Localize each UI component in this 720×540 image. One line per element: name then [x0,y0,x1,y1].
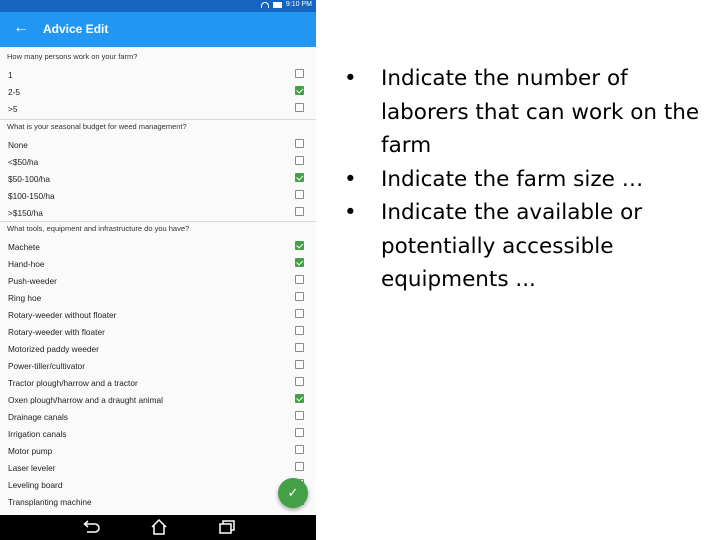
option-row[interactable]: 1 [0,66,316,82]
option-label: $100-150/ha [8,191,55,201]
option-label: Rotary-weeder with floater [8,327,105,337]
phone-screen: 9:10 PM ← Advice Edit How many persons w… [0,0,316,540]
option-label: Tractor plough/harrow and a tractor [8,378,138,388]
checkbox[interactable] [295,156,304,165]
option-label: Motorized paddy weeder [8,344,99,354]
option-label: 1 [8,70,13,80]
option-row[interactable]: Ring hoe [0,289,316,305]
checkbox[interactable] [295,428,304,437]
bullet-icon: • [344,66,357,91]
status-bar: 9:10 PM [0,0,316,12]
recent-apps-icon[interactable] [217,518,237,536]
option-label: Drainage canals [8,412,68,422]
wifi-icon [260,1,269,8]
option-row[interactable]: Push-weeder [0,272,316,288]
checkbox[interactable] [295,275,304,284]
option-label: None [8,140,28,150]
option-label: Rotary-weeder without floater [8,310,117,320]
bullet-item: • Indicate the available or potentially a… [340,196,710,297]
option-row[interactable]: Machete [0,238,316,254]
option-row[interactable]: Rotary-weeder without floater [0,306,316,322]
option-label: Push-weeder [8,276,57,286]
bullet-icon: • [344,200,357,225]
checkbox[interactable] [295,326,304,335]
option-row[interactable]: <$50/ha [0,153,316,169]
question-label: What tools, equipment and infrastructure… [7,224,190,233]
option-label: Machete [8,242,40,252]
option-row[interactable]: Power-tiller/cultivator [0,357,316,373]
option-label: Hand-hoe [8,259,45,269]
checkbox[interactable] [295,190,304,199]
question-label: How many persons work on your farm? [7,52,138,61]
checkbox-checked[interactable] [295,86,304,95]
option-label: Ring hoe [8,293,42,303]
checkbox[interactable] [295,103,304,112]
option-label: Leveling board [8,480,63,490]
option-label: Motor pump [8,446,53,456]
checkbox[interactable] [295,360,304,369]
checkbox[interactable] [295,377,304,386]
checkbox[interactable] [295,462,304,471]
option-row[interactable]: Laser leveler [0,459,316,475]
option-label: $50-100/ha [8,174,50,184]
save-fab-button[interactable]: ✓ [278,478,308,508]
option-row[interactable]: Transplanting machine [0,493,316,509]
checkbox-checked[interactable] [295,241,304,250]
checkbox[interactable] [295,309,304,318]
option-row[interactable]: Hand-hoe [0,255,316,271]
app-bar: ← Advice Edit [0,12,316,47]
option-label: Power-tiller/cultivator [8,361,85,371]
bullet-item: • Indicate the farm size … [340,163,710,197]
arrow-left-icon[interactable]: ← [10,17,32,39]
option-label: Oxen plough/harrow and a draught animal [8,395,163,405]
option-row[interactable]: Rotary-weeder with floater [0,323,316,339]
option-row[interactable]: 2-5 [0,83,316,99]
checkbox-checked[interactable] [295,173,304,182]
checkbox-checked[interactable] [295,258,304,267]
option-row[interactable]: Irrigation canals [0,425,316,441]
checkbox[interactable] [295,207,304,216]
checkbox[interactable] [295,139,304,148]
option-row[interactable]: None [0,136,316,152]
checkbox[interactable] [295,69,304,78]
bullet-item: • Indicate the number of laborers that ca… [340,62,710,163]
home-icon[interactable] [149,518,169,536]
option-label: <$50/ha [8,157,39,167]
option-row[interactable]: Leveling board [0,476,316,492]
question-label: What is your seasonal budget for weed ma… [7,122,187,131]
section-divider [0,119,316,120]
back-icon[interactable] [81,518,101,536]
status-time: 9:10 PM [285,1,312,8]
option-label: Laser leveler [8,463,56,473]
option-label: >5 [8,104,18,114]
option-row[interactable]: Drainage canals [0,408,316,424]
option-row[interactable]: Oxen plough/harrow and a draught animal [0,391,316,407]
navigation-bar [0,515,316,540]
page-title: Advice Edit [43,22,109,36]
section-divider [0,221,316,222]
checkbox[interactable] [295,343,304,352]
option-row[interactable]: >5 [0,100,316,116]
option-row[interactable]: Tractor plough/harrow and a tractor [0,374,316,390]
option-row[interactable]: >$150/ha [0,204,316,220]
checkbox[interactable] [295,445,304,454]
option-row[interactable]: Motor pump [0,442,316,458]
checkbox[interactable] [295,292,304,301]
checkbox-checked[interactable] [295,394,304,403]
checkbox[interactable] [295,411,304,420]
option-label: Transplanting machine [8,497,92,507]
option-row[interactable]: $100-150/ha [0,187,316,203]
option-label: >$150/ha [8,208,43,218]
option-row[interactable]: Motorized paddy weeder [0,340,316,356]
battery-icon [272,1,282,8]
slide-bullet-list: • Indicate the number of laborers that ca… [340,62,710,297]
option-label: 2-5 [8,87,20,97]
option-row[interactable]: $50-100/ha [0,170,316,186]
check-icon: ✓ [287,485,299,500]
bullet-icon: • [344,166,357,192]
option-label: Irrigation canals [8,429,67,439]
